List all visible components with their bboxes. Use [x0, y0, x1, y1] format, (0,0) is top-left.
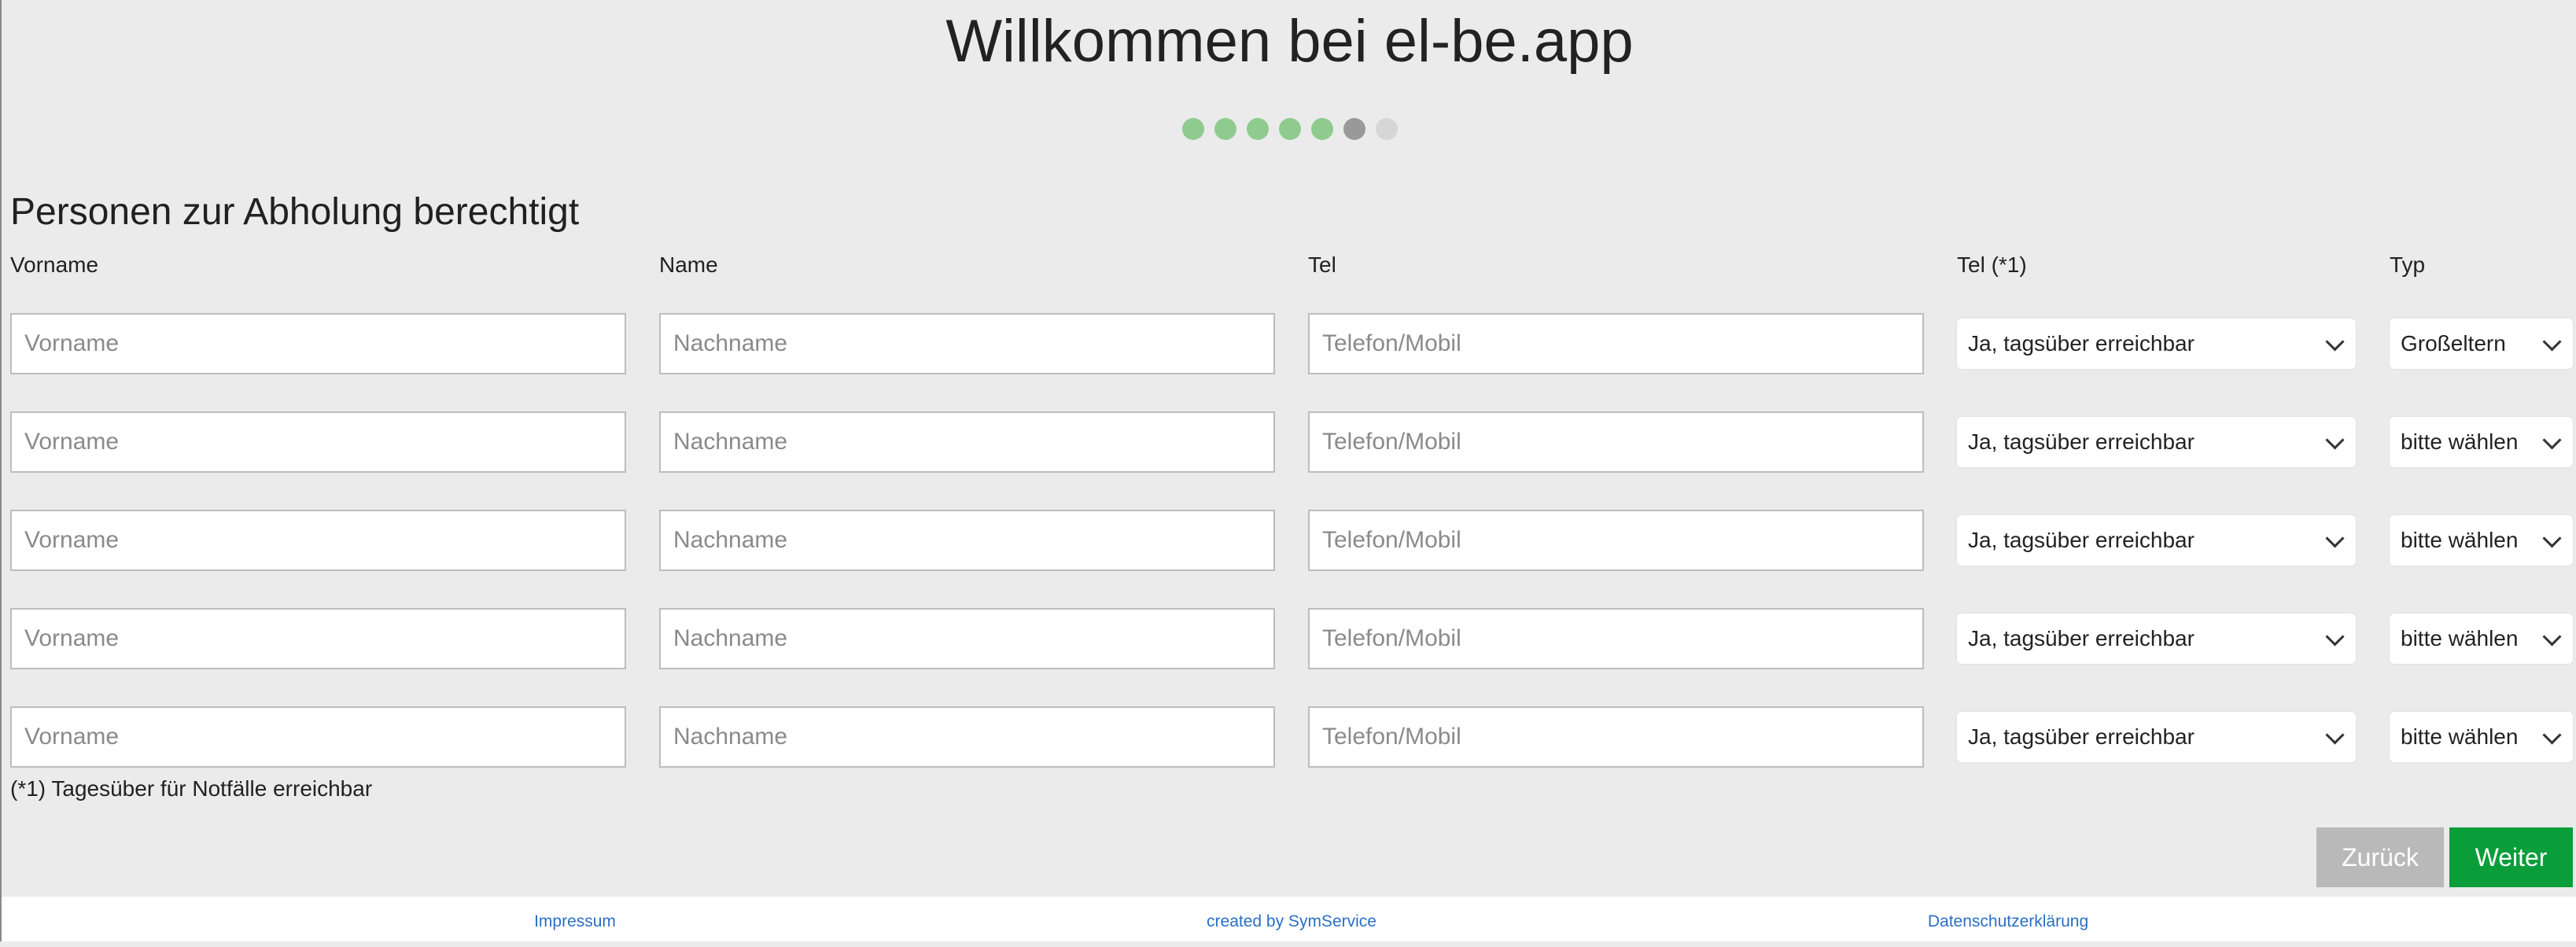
telefon-input-5[interactable]: [1308, 706, 1924, 768]
vorname-input-5[interactable]: [10, 706, 626, 768]
chevron-down-icon: [2542, 332, 2562, 352]
column-header-tel-reachable: Tel (*1): [1957, 252, 2027, 277]
telefon-input-4[interactable]: [1308, 608, 1924, 669]
column-header-tel: Tel: [1308, 252, 1336, 277]
step-dot-4-done: [1278, 118, 1301, 140]
telefon-input-3[interactable]: [1308, 510, 1924, 571]
erreichbar-select-5[interactable]: Ja, tagsüber erreichbar: [1957, 712, 2356, 762]
chevron-down-icon: [2325, 529, 2345, 548]
nachname-input-2[interactable]: [659, 411, 1275, 473]
erreichbar-select-1[interactable]: Ja, tagsüber erreichbar: [1957, 319, 2356, 369]
footer: Impressum created by SymService Datensch…: [2, 897, 2576, 941]
datenschutz-link[interactable]: Datenschutzerklärung: [1928, 897, 2088, 947]
column-header-typ: Typ: [2390, 252, 2426, 277]
next-button[interactable]: Weiter: [2449, 827, 2573, 887]
telefon-input-2[interactable]: [1308, 411, 1924, 473]
erreichbar-select-value: Ja, tagsüber erreichbar: [1968, 331, 2195, 356]
erreichbar-select-2[interactable]: Ja, tagsüber erreichbar: [1957, 417, 2356, 467]
step-dot-3-done: [1246, 118, 1269, 140]
typ-select-1[interactable]: Großeltern: [2390, 319, 2573, 369]
vorname-input-2[interactable]: [10, 411, 626, 473]
erreichbar-select-4[interactable]: Ja, tagsüber erreichbar: [1957, 614, 2356, 664]
typ-select-3[interactable]: bitte wählen: [2390, 515, 2573, 566]
erreichbar-select-value: Ja, tagsüber erreichbar: [1968, 528, 2195, 552]
typ-select-value: bitte wählen: [2401, 724, 2519, 749]
nachname-input-5[interactable]: [659, 706, 1275, 768]
column-header-name: Name: [659, 252, 718, 277]
typ-select-2[interactable]: bitte wählen: [2390, 417, 2573, 467]
back-button[interactable]: Zurück: [2316, 827, 2444, 887]
typ-select-value: bitte wählen: [2401, 528, 2519, 552]
chevron-down-icon: [2542, 627, 2562, 647]
nachname-input-3[interactable]: [659, 510, 1275, 571]
telefon-input-1[interactable]: [1308, 313, 1924, 374]
erreichbar-select-3[interactable]: Ja, tagsüber erreichbar: [1957, 515, 2356, 566]
vorname-input-4[interactable]: [10, 608, 626, 669]
chevron-down-icon: [2542, 529, 2562, 548]
step-dot-6-current: [1343, 118, 1365, 140]
nachname-input-4[interactable]: [659, 608, 1275, 669]
created-by-link[interactable]: created by SymService: [1207, 897, 1376, 947]
chevron-down-icon: [2542, 725, 2562, 745]
erreichbar-select-value: Ja, tagsüber erreichbar: [1968, 626, 2195, 650]
chevron-down-icon: [2325, 332, 2345, 352]
typ-select-5[interactable]: bitte wählen: [2390, 712, 2573, 762]
step-dot-2-done: [1214, 118, 1236, 140]
impressum-link[interactable]: Impressum: [534, 897, 616, 947]
typ-select-4[interactable]: bitte wählen: [2390, 614, 2573, 664]
chevron-down-icon: [2325, 725, 2345, 745]
nachname-input-1[interactable]: [659, 313, 1275, 374]
column-header-vorname: Vorname: [10, 252, 99, 277]
typ-select-value: bitte wählen: [2401, 626, 2519, 650]
erreichbar-select-value: Ja, tagsüber erreichbar: [1968, 724, 2195, 749]
page-title: Willkommen bei el-be.app: [945, 8, 1634, 75]
footnote: (*1) Tagesüber für Notfälle erreichbar: [10, 776, 373, 801]
main-content: Willkommen bei el-be.app Personen zur Ab…: [2, 0, 2576, 897]
chevron-down-icon: [2325, 430, 2345, 450]
vorname-input-3[interactable]: [10, 510, 626, 571]
vorname-input-1[interactable]: [10, 313, 626, 374]
chevron-down-icon: [2542, 430, 2562, 450]
section-title: Personen zur Abholung berechtigt: [10, 191, 580, 233]
typ-select-value: bitte wählen: [2401, 429, 2519, 454]
step-dot-1-done: [1181, 118, 1204, 140]
erreichbar-select-value: Ja, tagsüber erreichbar: [1968, 429, 2195, 454]
step-dot-5-done: [1310, 118, 1333, 140]
progress-steps: [2, 118, 2576, 140]
step-dot-7-todo: [1375, 118, 1398, 140]
typ-select-value: Großeltern: [2401, 331, 2506, 356]
chevron-down-icon: [2325, 627, 2345, 647]
